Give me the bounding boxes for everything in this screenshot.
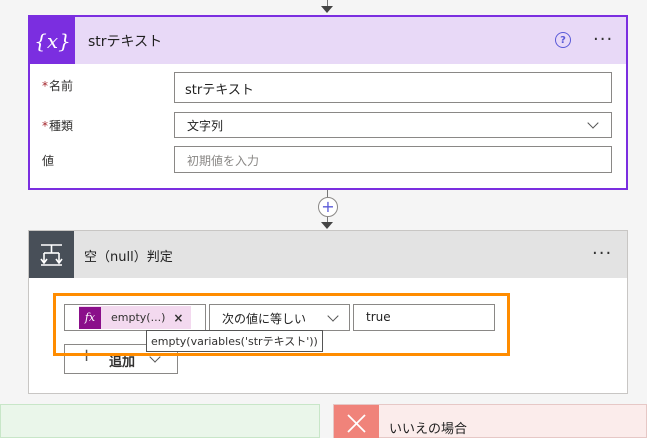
name-label: *名前 — [42, 79, 74, 93]
condition-icon — [29, 231, 74, 278]
condition-more-options-icon[interactable]: ··· — [592, 245, 612, 263]
initialize-variable-card[interactable]: {x} strテキスト ? ··· *名前 strテキスト *種類 文字列 値 … — [28, 15, 628, 190]
top-connector-arrow — [321, 6, 333, 13]
variable-card-title[interactable]: strテキスト — [88, 31, 162, 51]
condition-card-header[interactable]: 空（null）判定 ··· — [29, 231, 627, 278]
no-branch-title[interactable]: いいえの場合 — [389, 418, 467, 437]
value-input[interactable]: 初期値を入力 — [174, 146, 612, 173]
middle-connector-arrow — [321, 222, 333, 229]
add-step-button[interactable]: + — [318, 197, 338, 217]
highlight-annotation — [53, 293, 510, 356]
no-branch[interactable]: いいえの場合 — [333, 404, 647, 438]
type-label: *種類 — [42, 119, 74, 133]
chevron-down-icon — [587, 117, 599, 129]
close-icon — [334, 405, 379, 438]
variable-icon: {x} — [30, 17, 75, 64]
help-icon[interactable]: ? — [555, 32, 571, 48]
type-select[interactable]: 文字列 — [174, 112, 612, 138]
variable-card-header[interactable]: {x} strテキスト ? ··· — [30, 17, 626, 64]
yes-branch[interactable] — [0, 404, 320, 438]
name-input[interactable]: strテキスト — [174, 72, 612, 103]
more-options-icon[interactable]: ··· — [593, 31, 613, 49]
value-label: 値 — [42, 154, 55, 168]
condition-card-title[interactable]: 空（null）判定 — [84, 246, 173, 265]
